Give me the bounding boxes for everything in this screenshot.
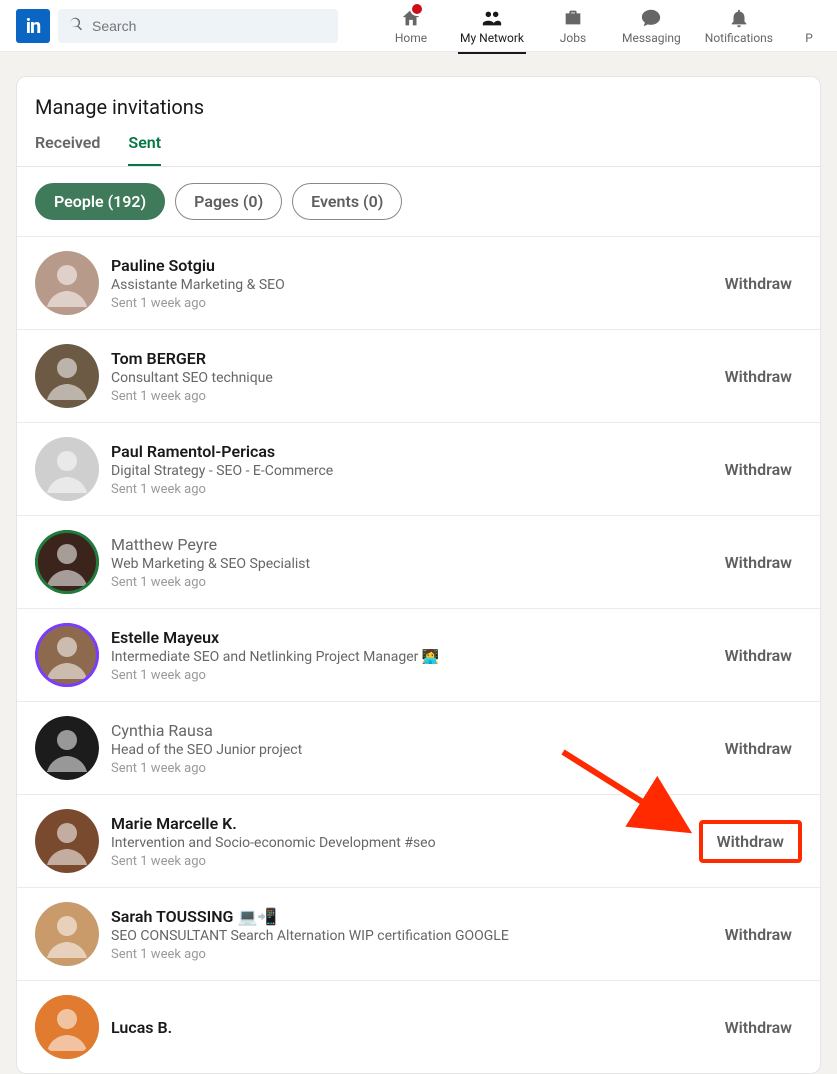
invitation-list: Pauline Sotgiu Assistante Marketing & SEO…	[17, 236, 820, 1073]
invitation-row: Sarah TOUSSING 💻📲 SEO CONSULTANT Search A…	[17, 887, 820, 980]
invitations-card: Manage invitations Received Sent People …	[16, 76, 821, 1074]
avatar[interactable]	[35, 995, 99, 1059]
nav-my-network[interactable]: My Network	[460, 6, 524, 45]
avatar[interactable]	[35, 716, 99, 780]
withdraw-button[interactable]: Withdraw	[715, 547, 802, 578]
sent-time: Sent 1 week ago	[111, 761, 715, 776]
invitation-row: Cynthia Rausa Head of the SEO Junior proj…	[17, 701, 820, 794]
primary-nav: Home My Network Jobs Messaging Notificat…	[386, 6, 821, 45]
person-headline: Digital Strategy - SEO - E-Commerce	[111, 463, 715, 479]
invitation-info: Pauline Sotgiu Assistante Marketing & SEO…	[111, 256, 715, 311]
invitation-row: Estelle Mayeux Intermediate SEO and Netli…	[17, 608, 820, 701]
person-name[interactable]: Tom BERGER	[111, 349, 715, 368]
main-container: Manage invitations Received Sent People …	[0, 52, 837, 1074]
pill-events[interactable]: Events (0)	[292, 183, 402, 220]
tab-received[interactable]: Received	[35, 133, 100, 166]
sent-time: Sent 1 week ago	[111, 947, 715, 962]
person-name[interactable]: Lucas B.	[111, 1018, 715, 1037]
withdraw-button[interactable]: Withdraw	[715, 733, 802, 764]
withdraw-button[interactable]: Withdraw	[699, 820, 802, 863]
nav-jobs[interactable]: Jobs	[548, 6, 598, 45]
nav-label: My Network	[460, 31, 524, 45]
tab-sent[interactable]: Sent	[128, 133, 161, 166]
search-input[interactable]	[92, 18, 328, 34]
invitation-row: Pauline Sotgiu Assistante Marketing & SEO…	[17, 236, 820, 329]
sent-time: Sent 1 week ago	[111, 482, 715, 497]
withdraw-button[interactable]: Withdraw	[715, 919, 802, 950]
bell-icon	[727, 6, 751, 30]
nav-label: Messaging	[622, 31, 681, 45]
person-headline: Web Marketing & SEO Specialist	[111, 556, 715, 572]
invitation-info: Estelle Mayeux Intermediate SEO and Netli…	[111, 628, 715, 683]
person-name[interactable]: Paul Ramentol-Pericas	[111, 442, 715, 461]
nav-label: P	[805, 31, 813, 45]
invitation-tabs: Received Sent	[17, 123, 820, 167]
invitation-row: Tom BERGER Consultant SEO technique Sent 1…	[17, 329, 820, 422]
avatar[interactable]	[35, 902, 99, 966]
invitation-info: Marie Marcelle K. Intervention and Socio-…	[111, 814, 699, 869]
withdraw-button[interactable]: Withdraw	[715, 640, 802, 671]
nav-label: Jobs	[560, 31, 586, 45]
nav-label: Home	[395, 31, 427, 45]
invitation-info: Paul Ramentol-Pericas Digital Strategy - …	[111, 442, 715, 497]
invitation-info: Cynthia Rausa Head of the SEO Junior proj…	[111, 721, 715, 776]
nav-notifications[interactable]: Notifications	[705, 6, 773, 45]
top-nav: in Home My Network Jobs Messaging Notifi…	[0, 0, 837, 52]
pill-pages[interactable]: Pages (0)	[175, 183, 282, 220]
notification-badge	[410, 2, 424, 16]
nav-label: Notifications	[705, 31, 773, 45]
people-icon	[480, 6, 504, 30]
person-name[interactable]: Marie Marcelle K.	[111, 814, 699, 833]
invitation-info: Matthew Peyre Web Marketing & SEO Special…	[111, 535, 715, 590]
invitation-row: Matthew Peyre Web Marketing & SEO Special…	[17, 515, 820, 608]
person-name[interactable]: Cynthia Rausa	[111, 721, 715, 740]
search-icon	[68, 16, 84, 36]
withdraw-button[interactable]: Withdraw	[715, 454, 802, 485]
invitation-row: Paul Ramentol-Pericas Digital Strategy - …	[17, 422, 820, 515]
sent-time: Sent 1 week ago	[111, 668, 715, 683]
person-headline: Intervention and Socio-economic Developm…	[111, 835, 699, 851]
pill-people[interactable]: People (192)	[35, 183, 165, 220]
briefcase-icon	[561, 6, 585, 30]
withdraw-button[interactable]: Withdraw	[715, 1012, 802, 1043]
person-headline: Head of the SEO Junior project	[111, 742, 715, 758]
avatar[interactable]	[35, 623, 99, 687]
nav-more[interactable]: P	[797, 6, 821, 45]
sent-time: Sent 1 week ago	[111, 854, 699, 869]
invitation-info: Sarah TOUSSING 💻📲 SEO CONSULTANT Search A…	[111, 907, 715, 962]
person-headline: Assistante Marketing & SEO	[111, 277, 715, 293]
filter-pills: People (192) Pages (0) Events (0)	[17, 167, 820, 236]
person-name[interactable]: Sarah TOUSSING 💻📲	[111, 907, 715, 926]
person-name[interactable]: Pauline Sotgiu	[111, 256, 715, 275]
linkedin-logo[interactable]: in	[16, 9, 50, 43]
invitation-row: Marie Marcelle K. Intervention and Socio-…	[17, 794, 820, 887]
person-name[interactable]: Estelle Mayeux	[111, 628, 715, 647]
avatar[interactable]	[35, 809, 99, 873]
avatar[interactable]	[35, 344, 99, 408]
page-title: Manage invitations	[17, 77, 820, 123]
sent-time: Sent 1 week ago	[111, 575, 715, 590]
invitation-info: Tom BERGER Consultant SEO technique Sent 1…	[111, 349, 715, 404]
messaging-icon	[639, 6, 663, 30]
sent-time: Sent 1 week ago	[111, 389, 715, 404]
sent-time: Sent 1 week ago	[111, 296, 715, 311]
person-headline: Intermediate SEO and Netlinking Project …	[111, 649, 715, 665]
avatar[interactable]	[35, 530, 99, 594]
nav-messaging[interactable]: Messaging	[622, 6, 681, 45]
invitation-info: Lucas B.	[111, 1018, 715, 1037]
invitation-row: Lucas B.Withdraw	[17, 980, 820, 1073]
search-box[interactable]	[58, 9, 338, 43]
person-headline: Consultant SEO technique	[111, 370, 715, 386]
avatar[interactable]	[35, 437, 99, 501]
person-name[interactable]: Matthew Peyre	[111, 535, 715, 554]
person-headline: SEO CONSULTANT Search Alternation WIP ce…	[111, 928, 715, 944]
nav-home[interactable]: Home	[386, 6, 436, 45]
withdraw-button[interactable]: Withdraw	[715, 268, 802, 299]
avatar[interactable]	[35, 251, 99, 315]
withdraw-button[interactable]: Withdraw	[715, 361, 802, 392]
